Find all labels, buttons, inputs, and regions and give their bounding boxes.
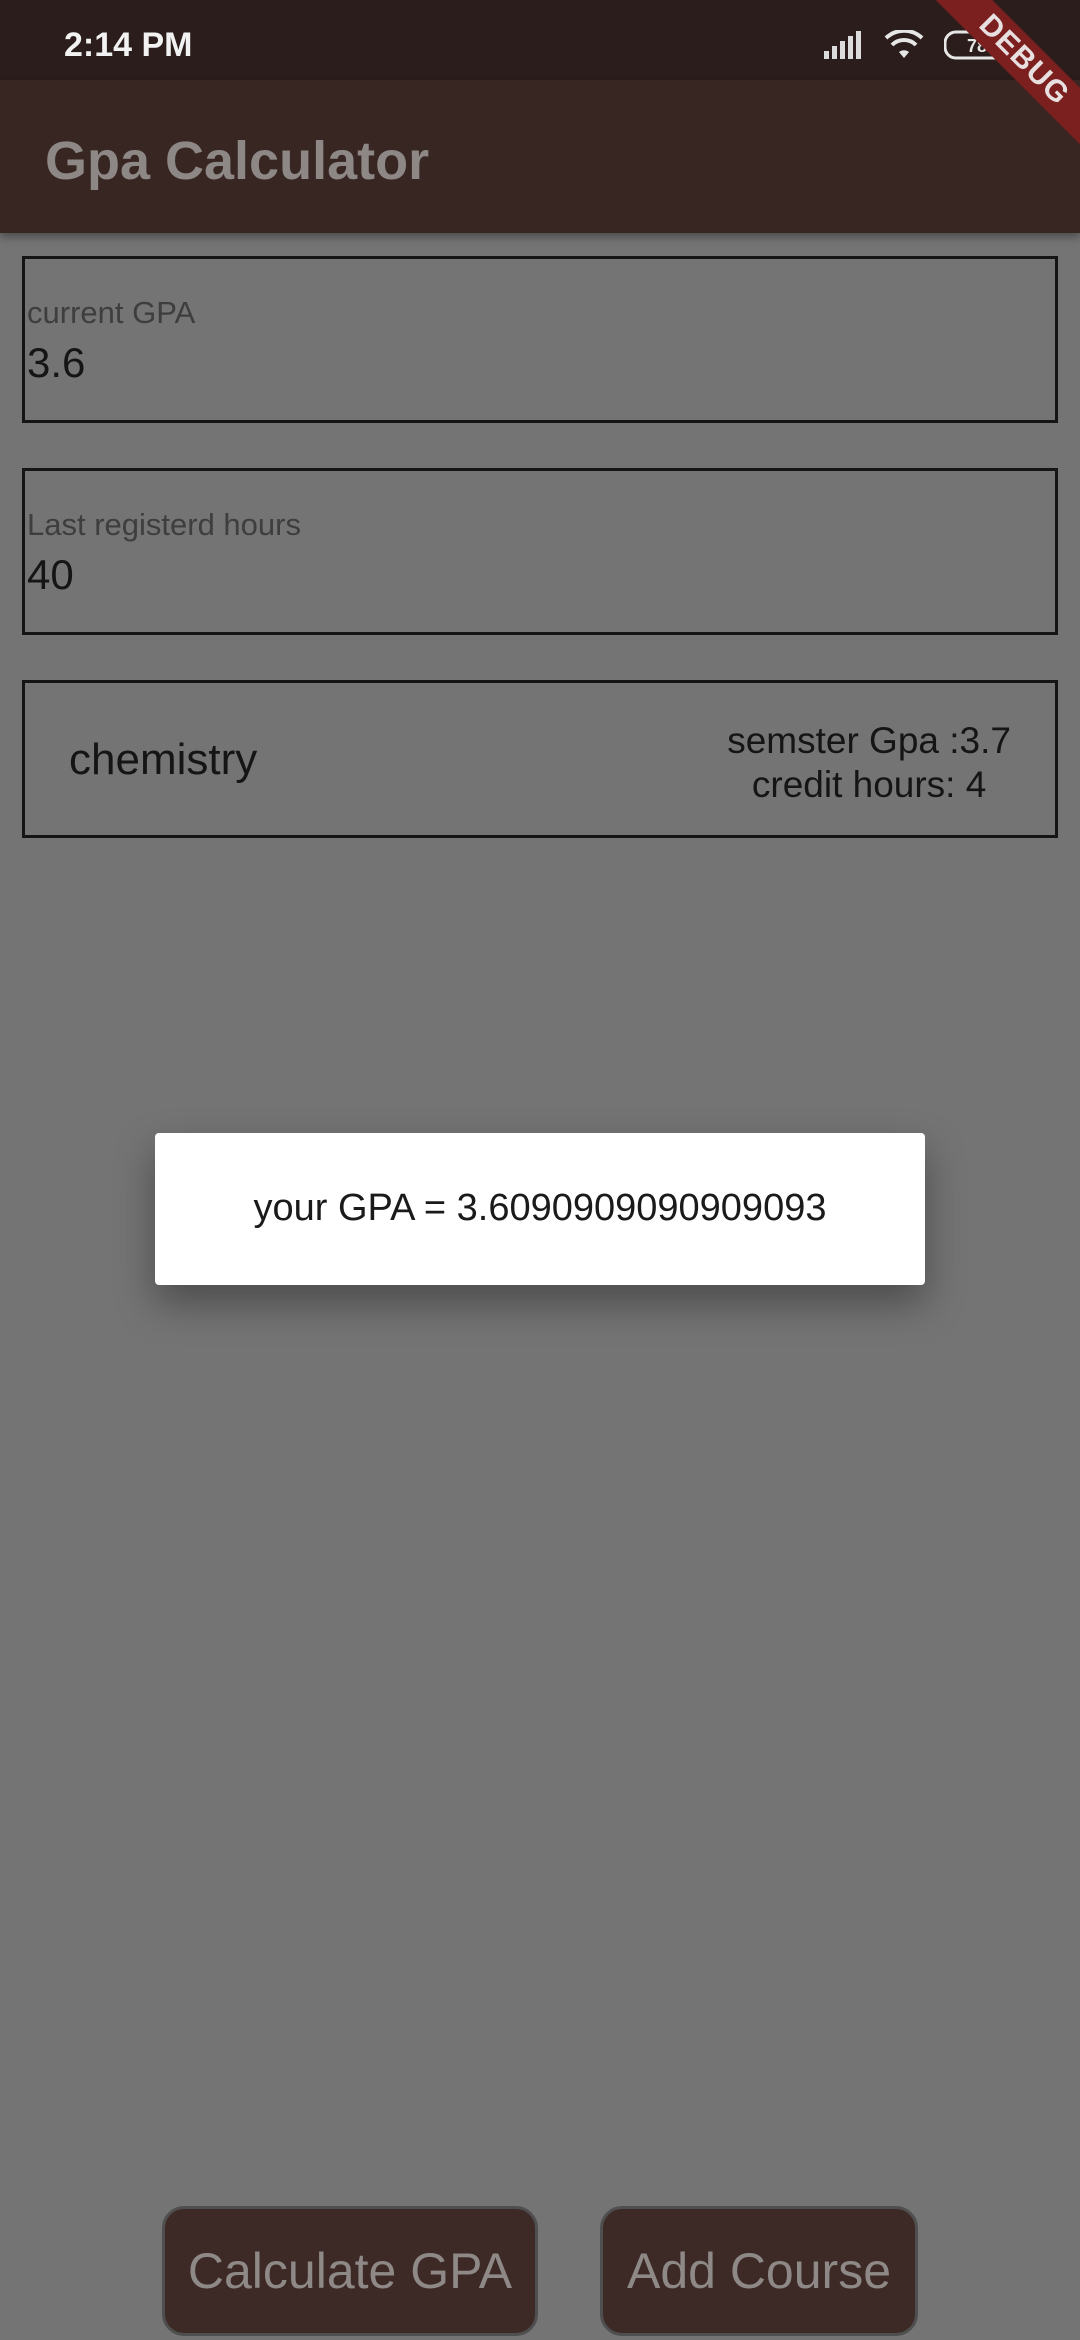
course-card[interactable]: chemistry semster Gpa :3.7 credit hours:…	[22, 680, 1058, 838]
app-title: Gpa Calculator	[45, 131, 430, 191]
calculate-gpa-button[interactable]: Calculate GPA	[162, 2206, 538, 2336]
status-bar: 2:14 PM 78	[0, 0, 1080, 80]
last-registered-hours-field[interactable]: Last registerd hours 40	[22, 468, 1058, 635]
current-gpa-field[interactable]: current GPA 3.6	[22, 256, 1058, 423]
gpa-result-message: your GPA = 3.6090909090909093	[253, 1187, 827, 1229]
status-time: 2:14 PM	[64, 26, 193, 64]
last-hours-label: Last registerd hours	[27, 507, 301, 542]
app-bar: Gpa Calculator	[0, 80, 1080, 233]
current-gpa-value[interactable]: 3.6	[27, 339, 85, 387]
course-details: semster Gpa :3.7 credit hours: 4	[727, 719, 1011, 807]
course-credit-hours: credit hours: 4	[751, 764, 987, 805]
wifi-icon	[884, 30, 924, 60]
current-gpa-label: current GPA	[27, 295, 196, 330]
course-semester-gpa: semster Gpa :3.7	[727, 720, 1011, 761]
battery-level: 78	[967, 36, 987, 56]
last-hours-value[interactable]: 40	[27, 551, 74, 599]
signal-icon	[824, 31, 864, 59]
course-name: chemistry	[69, 735, 258, 784]
battery-icon: 78	[944, 30, 1016, 60]
gpa-result-dialog: your GPA = 3.6090909090909093	[155, 1133, 925, 1285]
add-course-button[interactable]: Add Course	[600, 2206, 918, 2336]
status-icons: 78	[824, 28, 1016, 62]
